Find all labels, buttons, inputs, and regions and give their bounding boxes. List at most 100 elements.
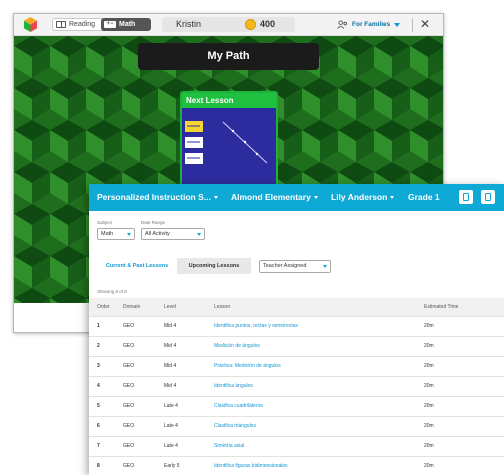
table-row: 3 GEO Mid 4 Práctica: Medición de ángulo… (89, 355, 504, 376)
school-selector[interactable]: Almond Elementary (231, 184, 318, 211)
teacher-header-bar: Personalized Instruction S... Almond Ele… (89, 184, 504, 211)
order-cell: 1 (89, 315, 123, 336)
time-cell: 20m (424, 395, 504, 416)
lesson-link[interactable]: Identifica ángulos (214, 375, 424, 396)
report-button[interactable] (459, 190, 473, 204)
coin-icon (245, 19, 256, 30)
tab-current-past-lessons[interactable]: Current & Past Lessons (97, 258, 177, 274)
document-icon (463, 193, 469, 201)
tab-upcoming-lessons[interactable]: Upcoming Lessons (177, 258, 251, 274)
table-row: 8 GEO Early 5 Identifica figuras bidimen… (89, 455, 504, 475)
domain-cell: GEO (123, 395, 164, 416)
for-families-menu[interactable]: For Families (337, 18, 401, 31)
grade-label: Grade 1 (408, 192, 440, 202)
calculator-icon: +− (104, 21, 116, 28)
table-row: 2 GEO Mid 4 Medición de ángulos 20m (89, 335, 504, 356)
subject-select[interactable]: Math (97, 228, 135, 240)
chevron-down-icon (390, 196, 395, 200)
table-header-row: Order Domain Level Lesson Estimated Time (89, 298, 504, 316)
time-cell: 20m (424, 415, 504, 436)
page-title: My Path (138, 43, 319, 70)
tab-math[interactable]: +− Math (101, 18, 151, 31)
time-cell: 20m (424, 455, 504, 475)
level-cell: Late 4 (164, 395, 214, 416)
chevron-down-icon (394, 22, 401, 27)
level-cell: Early 5 (164, 455, 214, 475)
order-cell: 4 (89, 375, 123, 396)
lesson-link[interactable]: Clasifica triángulos (214, 415, 424, 436)
lesson-link[interactable]: Práctica: Medición de ángulos (214, 355, 424, 376)
domain-cell: GEO (123, 375, 164, 396)
for-families-label: For Families (352, 21, 391, 28)
subject-select-value: Math (101, 231, 114, 237)
lesson-link[interactable]: Identifica puntos, rectas y semirrectas (214, 315, 424, 336)
program-label: Personalized Instruction S... (97, 192, 211, 202)
time-cell: 20m (424, 355, 504, 376)
order-cell: 8 (89, 455, 123, 475)
level-cell: Mid 4 (164, 355, 214, 376)
teacher-report-window: Personalized Instruction S... Almond Ele… (89, 184, 504, 475)
chevron-down-icon (313, 196, 318, 200)
chevron-down-icon (323, 265, 327, 268)
level-cell: Mid 4 (164, 335, 214, 356)
domain-cell: GEO (123, 315, 164, 336)
teacher-assigned-value: Teacher Assigned (263, 263, 307, 269)
domain-cell: GEO (123, 455, 164, 475)
date-range-select-value: All Activity (145, 231, 170, 237)
lesson-link[interactable]: Clasifica cuadriláteros (214, 395, 424, 416)
lesson-thumbnail (183, 108, 276, 191)
next-lesson-header: Next Lesson (182, 93, 276, 108)
printer-icon (485, 193, 491, 201)
lesson-link[interactable]: Medición de ángulos (214, 335, 424, 356)
column-header-domain[interactable]: Domain (123, 298, 164, 316)
time-cell: 20m (424, 375, 504, 396)
print-button[interactable] (481, 190, 495, 204)
date-range-select[interactable]: All Activity (141, 228, 205, 240)
chevron-down-icon (197, 233, 201, 236)
coin-count: 400 (260, 19, 276, 29)
lesson-link[interactable]: Identifica figuras bidimensionales (214, 455, 424, 475)
column-header-order[interactable]: Order (89, 298, 123, 316)
level-cell: Mid 4 (164, 375, 214, 396)
order-cell: 5 (89, 395, 123, 416)
column-header-lesson[interactable]: Lesson (214, 298, 424, 316)
table-row: 4 GEO Mid 4 Identifica ángulos 20m (89, 375, 504, 396)
domain-cell: GEO (123, 435, 164, 456)
divider (412, 18, 413, 32)
book-icon (56, 21, 66, 28)
column-header-estimated-time[interactable]: Estimated Time (424, 298, 504, 316)
screenshot-stage: Reading +− Math Kristin 400 For Families… (0, 0, 504, 475)
table-row: 5 GEO Late 4 Clasifica cuadriláteros 20m (89, 395, 504, 416)
tab-reading-label: Reading (69, 21, 96, 28)
lesson-link[interactable]: Simetría axial (214, 435, 424, 456)
showing-count: Showing 8 of 8 (97, 289, 127, 294)
student-label: Lily Anderson (331, 192, 388, 202)
domain-cell: GEO (123, 415, 164, 436)
time-cell: 20m (424, 315, 504, 336)
time-cell: 20m (424, 435, 504, 456)
date-range-filter-label: Date Range (141, 220, 166, 225)
table-row: 1 GEO Mid 4 Identifica puntos, rectas y … (89, 315, 504, 336)
subject-filter-label: Subject (97, 220, 113, 225)
program-selector[interactable]: Personalized Instruction S... (97, 184, 218, 211)
student-selector[interactable]: Lily Anderson (331, 184, 395, 211)
order-cell: 6 (89, 415, 123, 436)
tab-reading[interactable]: Reading (52, 18, 105, 31)
table-row: 7 GEO Late 4 Simetría axial 20m (89, 435, 504, 456)
column-header-level[interactable]: Level (164, 298, 214, 316)
tab-math-label: Math (119, 21, 136, 28)
close-icon[interactable]: ✕ (420, 16, 430, 33)
order-cell: 3 (89, 355, 123, 376)
level-cell: Mid 4 (164, 315, 214, 336)
teacher-assigned-select[interactable]: Teacher Assigned (259, 260, 331, 273)
next-lesson-card[interactable]: Next Lesson (180, 91, 278, 193)
domain-cell: GEO (123, 355, 164, 376)
student-top-bar: Reading +− Math Kristin 400 For Families… (14, 14, 443, 36)
upcoming-lessons-table: Order Domain Level Lesson Estimated Time… (89, 298, 504, 475)
order-cell: 7 (89, 435, 123, 456)
domain-cell: GEO (123, 335, 164, 356)
level-cell: Late 4 (164, 415, 214, 436)
table-row: 6 GEO Late 4 Clasifica triángulos 20m (89, 415, 504, 436)
level-cell: Late 4 (164, 435, 214, 456)
family-icon (337, 20, 348, 29)
